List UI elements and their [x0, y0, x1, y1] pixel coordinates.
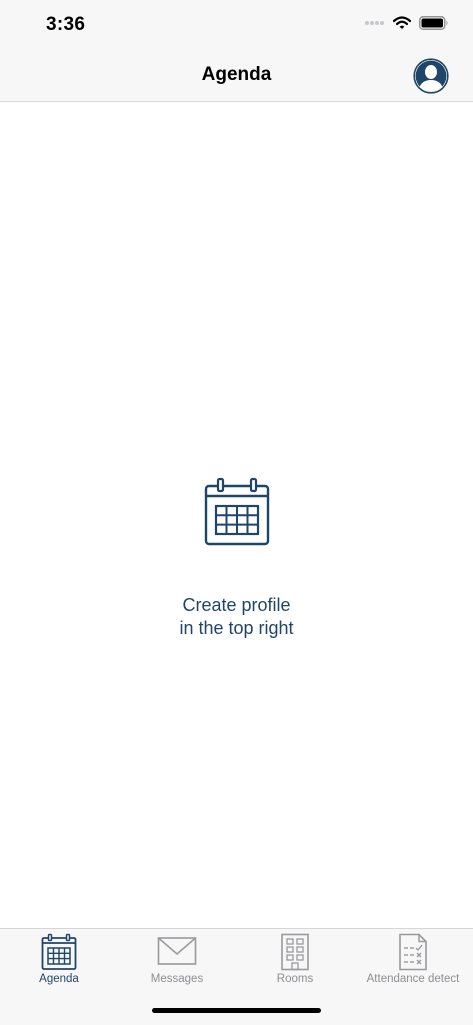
- person-circle-icon: [413, 58, 449, 94]
- empty-state-message: Create profile in the top right: [0, 594, 473, 640]
- navigation-bar: Agenda: [0, 50, 473, 102]
- envelope-icon: [157, 937, 197, 965]
- tab-label-attendance-detect: Attendance detect: [366, 973, 460, 985]
- status-time: 3:36: [46, 14, 86, 35]
- signal-icon: [365, 21, 384, 25]
- empty-state-line-2: in the top right: [179, 618, 294, 638]
- tab-messages[interactable]: Messages: [118, 929, 236, 989]
- calendar-icon: [41, 933, 77, 970]
- empty-state: Create profile in the top right: [0, 476, 473, 640]
- battery-icon: [419, 16, 448, 30]
- home-indicator: [152, 1008, 321, 1013]
- building-icon: [281, 933, 309, 971]
- tab-label-agenda: Agenda: [39, 973, 79, 985]
- status-bar: 3:36: [0, 0, 473, 50]
- checklist-icon: [399, 933, 427, 971]
- tab-rooms[interactable]: Rooms: [236, 929, 354, 989]
- page-title: Agenda: [201, 64, 272, 85]
- profile-button[interactable]: [413, 58, 449, 94]
- tab-label-rooms: Rooms: [276, 973, 314, 985]
- calendar-icon: [204, 477, 269, 546]
- tab-label-messages: Messages: [150, 973, 204, 985]
- empty-state-line-1: Create profile: [182, 595, 291, 615]
- tab-attendance-detect[interactable]: Attendance detect: [354, 929, 472, 989]
- status-indicators: [365, 16, 449, 30]
- wifi-icon: [393, 16, 411, 29]
- tab-agenda[interactable]: Agenda: [0, 929, 118, 989]
